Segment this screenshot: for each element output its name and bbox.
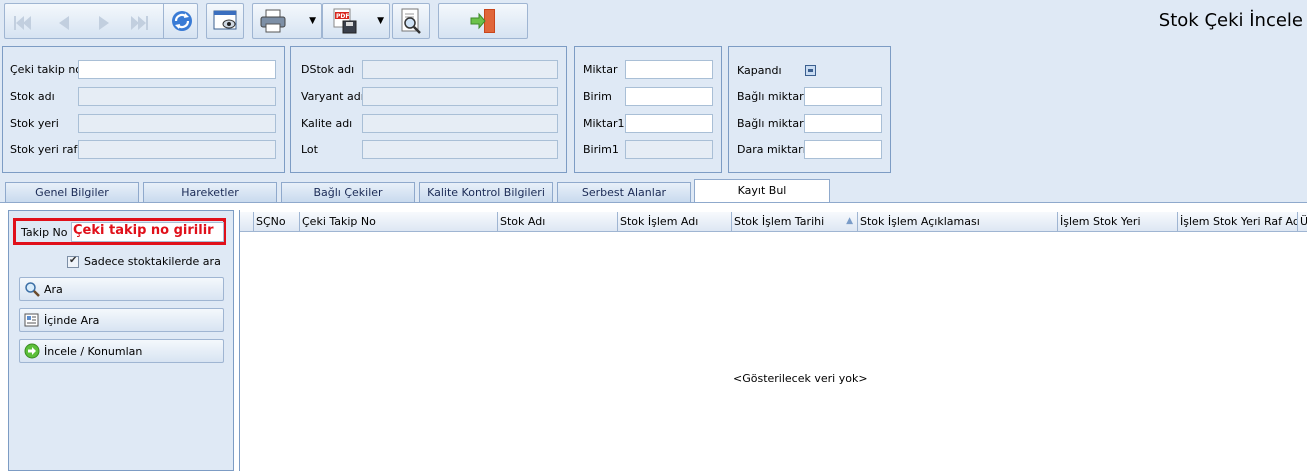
takip-no-label: Takip No xyxy=(21,226,68,239)
column-header-islem-stok-yeri[interactable]: İşlem Stok Yeri xyxy=(1058,212,1178,232)
label-dstok-adi: DStok adı xyxy=(301,63,355,76)
stok-yeri-raf-field xyxy=(78,140,276,159)
incele-konumlan-label: İncele / Konumlan xyxy=(44,344,143,358)
label-miktar: Miktar xyxy=(583,63,618,76)
column-header-stok-islem-adi[interactable]: Stok İşlem Adı xyxy=(618,212,732,232)
variant-info-panel: DStok adı Varyant adı Kalite adı Lot xyxy=(290,46,567,173)
stoktakiler-label: Sadece stoktakilerde ara xyxy=(84,255,221,268)
find-in-list-icon xyxy=(24,313,39,327)
label-bagli-miktar1: Bağlı miktar1 xyxy=(737,117,811,130)
tab-content: Takip No Çeki takip no girilir ✔ Sadece … xyxy=(0,203,1307,471)
refresh-icon xyxy=(172,11,192,31)
column-header-islem-stok-yeri-raf-adi[interactable]: İşlem Stok Yeri Raf Adı xyxy=(1178,212,1298,232)
previous-record-icon[interactable] xyxy=(53,13,75,33)
quantity-panel: Miktar Birim Miktar1 Birim1 xyxy=(574,46,722,173)
stok-yeri-field xyxy=(78,114,276,133)
tab-serbest-alanlar[interactable]: Serbest Alanlar xyxy=(557,182,691,202)
varyant-adi-field xyxy=(362,87,558,106)
kalite-adi-field xyxy=(362,114,558,133)
window-eye-icon xyxy=(213,10,237,30)
preview-button[interactable] xyxy=(206,3,244,39)
dropdown-arrow-icon[interactable]: ▼ xyxy=(309,16,316,26)
takip-no-annotation: Çeki takip no girilir xyxy=(73,223,214,238)
checkmark-icon: ✔ xyxy=(69,255,78,266)
export-pdf-button[interactable]: PDF ▼ xyxy=(322,3,390,39)
magnifier-icon xyxy=(25,282,40,297)
sort-ascending-icon: ▲ xyxy=(846,216,853,226)
status-panel: Kapandı Bağlı miktar Bağlı miktar1 Dara … xyxy=(728,46,891,173)
dara-miktari-field[interactable] xyxy=(804,140,882,159)
green-arrow-icon xyxy=(24,343,40,359)
label-kalite-adi: Kalite adı xyxy=(301,117,353,130)
tab-hareketler[interactable]: Hareketler xyxy=(143,182,277,202)
icinde-ara-label: İçinde Ara xyxy=(44,313,100,327)
tab-bagli-cekiler[interactable]: Bağlı Çekiler xyxy=(281,182,415,202)
miktar-field[interactable] xyxy=(625,60,713,79)
label-stok-yeri-raf: Stok yeri raf xyxy=(10,143,78,156)
takip-no-highlight: Takip No Çeki takip no girilir xyxy=(13,218,226,245)
exit-button[interactable] xyxy=(438,3,528,39)
stok-adi-field xyxy=(78,87,276,106)
kapandi-checkbox[interactable] xyxy=(805,65,816,76)
toolbar: ▼ PDF ▼ Stok Çeki İncele xyxy=(0,0,1307,42)
exit-door-icon xyxy=(470,9,495,33)
ara-button[interactable]: Ara xyxy=(19,277,224,301)
ceki-takip-no-field[interactable] xyxy=(78,60,276,79)
miktar1-field[interactable] xyxy=(625,114,713,133)
document-magnifier-icon xyxy=(401,8,421,34)
bagli-miktar1-field[interactable] xyxy=(804,114,882,133)
lot-field xyxy=(362,140,558,159)
next-record-icon[interactable] xyxy=(93,13,115,33)
last-record-icon[interactable] xyxy=(129,13,151,33)
column-header-ceki-takip-no[interactable]: Çeki Takip No xyxy=(300,212,498,232)
label-stok-yeri: Stok yeri xyxy=(10,117,59,130)
results-grid[interactable]: SÇNo Çeki Takip No Stok Adı Stok İşlem A… xyxy=(239,210,1307,471)
label-varyant-adi: Varyant adı xyxy=(301,90,364,103)
pdf-save-icon: PDF xyxy=(333,8,357,34)
column-header-stok-adi[interactable]: Stok Adı xyxy=(498,212,618,232)
column-header-truncated[interactable]: Ü xyxy=(1298,212,1307,232)
stoktakiler-checkbox[interactable]: ✔ xyxy=(67,255,79,268)
column-header-stok-islem-aciklamasi[interactable]: Stok İşlem Açıklaması xyxy=(858,212,1058,232)
search-panel: Takip No Çeki takip no girilir ✔ Sadece … xyxy=(8,210,234,471)
refresh-button[interactable] xyxy=(163,3,199,39)
label-bagli-miktar: Bağlı miktar xyxy=(737,90,804,103)
svg-text:PDF: PDF xyxy=(336,13,349,20)
icinde-ara-button[interactable]: İçinde Ara xyxy=(19,308,224,332)
bagli-miktar-field[interactable] xyxy=(804,87,882,106)
printer-icon xyxy=(260,9,286,33)
column-header-scno[interactable]: SÇNo xyxy=(254,212,300,232)
empty-grid-message: <Gösterilecek veri yok> xyxy=(733,372,868,385)
column-header-stok-islem-tarihi[interactable]: Stok İşlem Tarihi ▲ xyxy=(732,212,858,232)
grid-indicator-column xyxy=(240,212,254,232)
column-header-stok-islem-tarihi-label: Stok İşlem Tarihi xyxy=(734,215,825,228)
dstok-adi-field xyxy=(362,60,558,79)
stock-info-panel: Çeki takip no Stok adı Stok yeri Stok ye… xyxy=(2,46,285,173)
label-stok-adi: Stok adı xyxy=(10,90,55,103)
incele-konumlan-button[interactable]: İncele / Konumlan xyxy=(19,339,224,363)
print-button[interactable]: ▼ xyxy=(252,3,322,39)
find-report-button[interactable] xyxy=(392,3,430,39)
birim-field[interactable] xyxy=(625,87,713,106)
tab-kalite-kontrol-bilgileri[interactable]: Kalite Kontrol Bilgileri xyxy=(419,182,553,202)
label-ceki-takip-no: Çeki takip no xyxy=(10,63,83,76)
birim1-field xyxy=(625,140,713,159)
dropdown-arrow-icon[interactable]: ▼ xyxy=(377,16,384,26)
first-record-icon[interactable] xyxy=(11,13,33,33)
page-title: Stok Çeki İncele xyxy=(1158,10,1303,31)
navigation-group xyxy=(4,3,198,39)
label-dara-miktari: Dara miktarı xyxy=(737,143,806,156)
takip-no-input[interactable]: Çeki takip no girilir xyxy=(71,222,224,242)
label-miktar1: Miktar1 xyxy=(583,117,625,130)
tab-genel-bilgiler[interactable]: Genel Bilgiler xyxy=(5,182,139,202)
label-birim1: Birim1 xyxy=(583,143,619,156)
tab-kayit-bul[interactable]: Kayıt Bul xyxy=(694,179,830,203)
label-kapandi: Kapandı xyxy=(737,64,782,77)
indeterminate-icon xyxy=(808,69,813,72)
label-birim: Birim xyxy=(583,90,612,103)
grid-header: SÇNo Çeki Takip No Stok Adı Stok İşlem A… xyxy=(240,212,1307,232)
tab-bar: Genel Bilgiler Hareketler Bağlı Çekiler … xyxy=(0,179,1307,203)
label-lot: Lot xyxy=(301,143,318,156)
ara-label: Ara xyxy=(44,282,63,296)
